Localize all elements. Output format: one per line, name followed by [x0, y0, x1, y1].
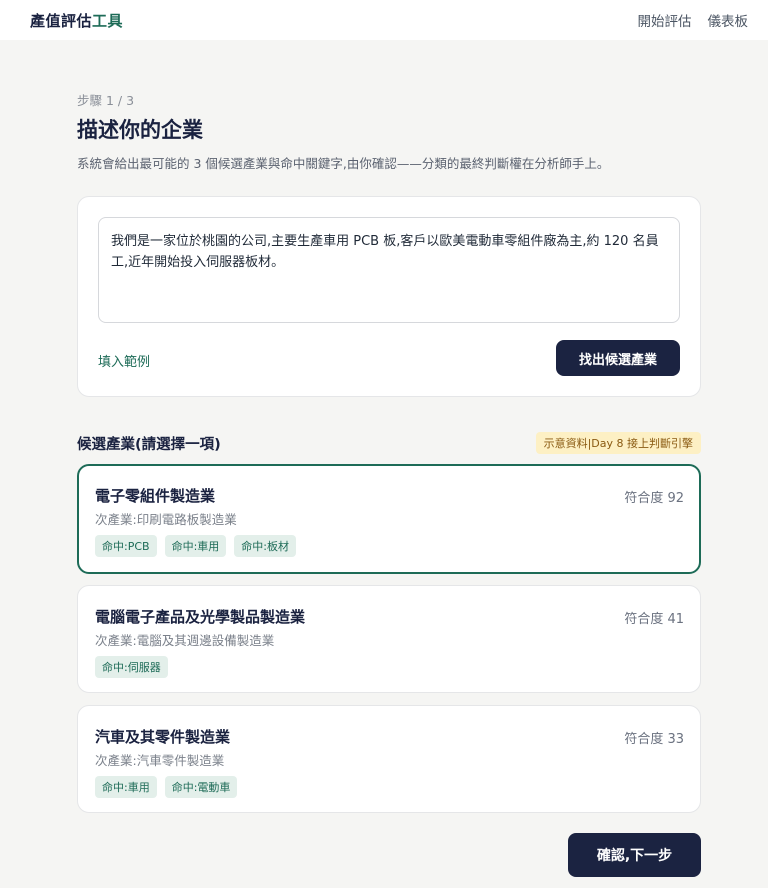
page-title: 描述你的企業 — [77, 118, 203, 142]
logo-accent-text: 工具 — [92, 11, 124, 30]
candidate-tags: 命中:PCB 命中:車用 命中:板材 — [95, 535, 297, 557]
candidate-name: 汽車及其零件製造業 — [95, 728, 231, 746]
top-nav: 開始評估 儀表板 — [638, 10, 749, 30]
nav-start-assessment[interactable]: 開始評估 — [638, 10, 692, 30]
keyword-tag: 命中:伺服器 — [95, 656, 168, 678]
keyword-tag: 命中:車用 — [95, 776, 157, 798]
page-subtitle: 系統會給出最可能的 3 個候選產業與命中關鍵字,由你確認——分類的最終判斷權在分… — [77, 156, 610, 171]
sample-data-badge: 示意資料|Day 8 接上判斷引擎 — [535, 432, 701, 454]
find-candidates-button[interactable]: 找出候選產業 — [556, 340, 680, 376]
candidate-card-1[interactable]: 電子零組件製造業 符合度 92 次產業:印刷電路板製造業 命中:PCB 命中:車… — [77, 464, 701, 574]
candidate-score: 符合度 33 — [624, 732, 684, 747]
candidate-name: 電腦電子產品及光學製品製造業 — [95, 608, 306, 626]
keyword-tag: 命中:PCB — [95, 535, 157, 557]
candidate-score: 符合度 92 — [624, 491, 684, 506]
step-indicator: 步驟 1 / 3 — [77, 93, 135, 108]
page-header: 步驟 1 / 3 描述你的企業 系統會給出最可能的 3 個候選產業與命中關鍵字,… — [77, 90, 701, 171]
logo-main-text: 產值評估 — [30, 11, 93, 30]
business-description-input[interactable]: 我們是一家位於桃園的公司,主要生產車用 PCB 板,客戶以歐美電動車零組件廠為主… — [98, 217, 680, 323]
keyword-tag: 命中:車用 — [164, 535, 227, 557]
candidate-name: 電子零組件製造業 — [95, 487, 216, 505]
candidate-score: 符合度 41 — [624, 612, 684, 627]
candidate-card-3[interactable]: 汽車及其零件製造業 符合度 33 次產業:汽車零件製造業 命中:車用 命中:電動… — [77, 705, 701, 813]
keyword-tag: 命中:板材 — [234, 535, 297, 557]
candidate-subindustry: 次產業:印刷電路板製造業 — [95, 512, 237, 527]
candidate-tags: 命中:車用 命中:電動車 — [95, 776, 238, 798]
fill-example-link[interactable]: 填入範例 — [98, 351, 150, 370]
candidate-subindustry: 次產業:電腦及其週邊設備製造業 — [95, 633, 275, 648]
candidate-subindustry: 次產業:汽車零件製造業 — [95, 753, 225, 768]
candidate-card-2[interactable]: 電腦電子產品及光學製品製造業 符合度 41 次產業:電腦及其週邊設備製造業 命中… — [77, 585, 701, 693]
confirm-next-button[interactable]: 確認,下一步 — [568, 833, 701, 877]
nav-dashboard[interactable]: 儀表板 — [708, 10, 749, 30]
app-logo[interactable]: 產值評估工具 — [30, 10, 123, 31]
description-card: 我們是一家位於桃園的公司,主要生產車用 PCB 板,客戶以歐美電動車零組件廠為主… — [77, 196, 701, 397]
candidates-title: 候選產業(請選擇一項) — [77, 436, 221, 453]
keyword-tag: 命中:電動車 — [164, 776, 238, 798]
top-bar: 產值評估工具 開始評估 儀表板 — [0, 0, 768, 40]
candidate-tags: 命中:伺服器 — [95, 656, 168, 678]
candidates-header: 候選產業(請選擇一項) 示意資料|Day 8 接上判斷引擎 — [77, 432, 701, 454]
